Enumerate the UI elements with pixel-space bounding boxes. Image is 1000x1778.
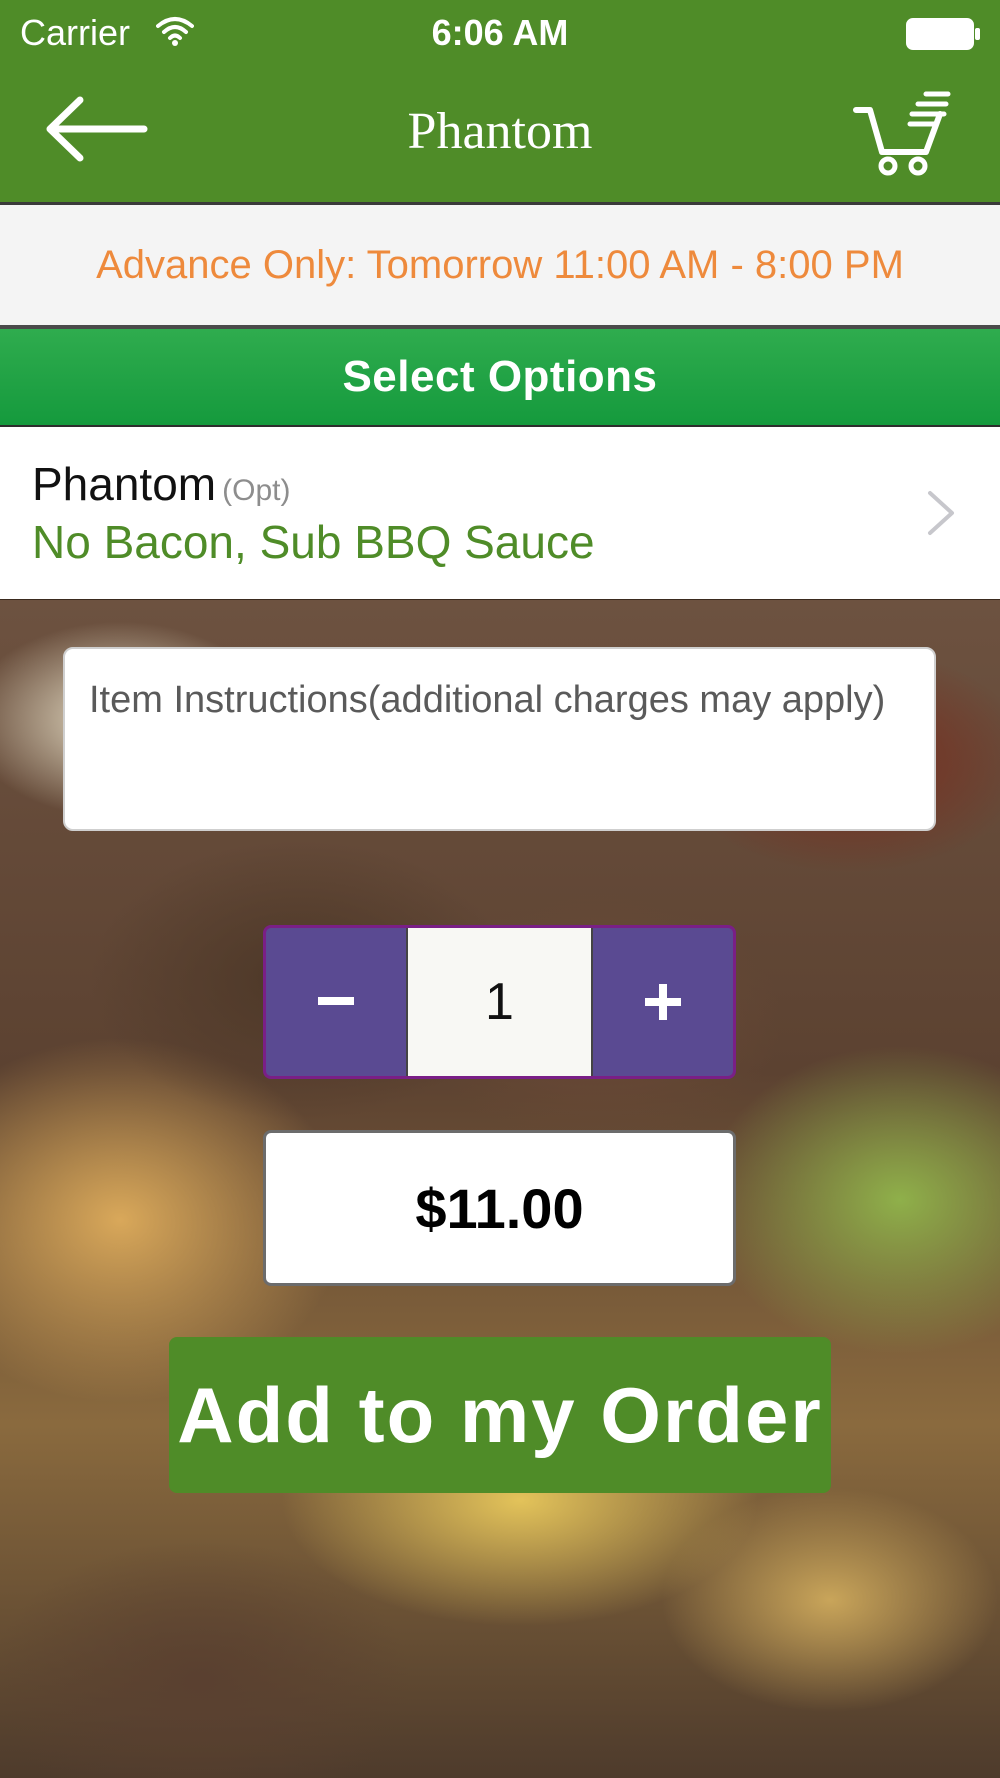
navigation-bar: Phantom <box>0 64 1000 205</box>
option-name: Phantom <box>32 458 217 510</box>
decrement-button[interactable] <box>266 928 408 1076</box>
option-selected-value: No Bacon, Sub BBQ Sauce <box>32 516 595 568</box>
price-display: $11.00 <box>263 1130 736 1286</box>
cart-button[interactable] <box>852 90 952 176</box>
select-options-header: Select Options <box>0 329 1000 427</box>
cart-icon <box>853 91 951 176</box>
battery-icon <box>906 18 982 55</box>
advance-order-text: Advance Only: Tomorrow 11:00 AM - 8:00 P… <box>96 242 904 287</box>
advance-order-banner: Advance Only: Tomorrow 11:00 AM - 8:00 P… <box>0 205 1000 329</box>
option-name-line: Phantom (Opt) <box>32 457 290 511</box>
quantity-stepper: 1 <box>263 925 736 1079</box>
item-instructions-box <box>63 647 936 831</box>
add-to-order-label: Add to my Order <box>177 1370 823 1459</box>
option-row-phantom[interactable]: Phantom (Opt) No Bacon, Sub BBQ Sauce <box>0 427 1000 599</box>
status-time: 6:06 AM <box>431 12 569 53</box>
select-options-title: Select Options <box>342 352 658 401</box>
arrow-left-icon <box>46 96 148 162</box>
price-value: $11.00 <box>415 1176 584 1240</box>
add-to-order-button[interactable]: Add to my Order <box>169 1337 831 1493</box>
quantity-value: 1 <box>408 928 591 1076</box>
option-optional-tag: (Opt) <box>222 474 291 507</box>
page-title: Phantom <box>407 103 593 160</box>
back-button[interactable] <box>44 94 148 164</box>
plus-icon <box>645 984 681 1020</box>
increment-button[interactable] <box>591 928 733 1076</box>
chevron-right-icon <box>926 489 956 542</box>
item-instructions-input[interactable] <box>65 649 934 829</box>
status-bar: Carrier 6:06 AM <box>0 0 1000 64</box>
minus-icon <box>318 997 354 1005</box>
